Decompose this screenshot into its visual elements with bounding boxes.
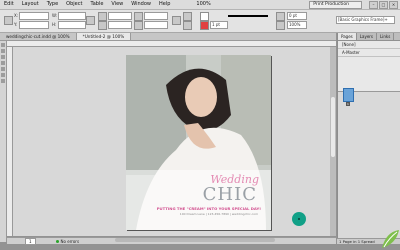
document-page[interactable]: Wedding CHIC PUTTING THE "CREAM" INTO YO… [126,55,271,230]
object-style-select[interactable]: [Basic Graphics Frame]+ [336,16,395,24]
select-content-icon[interactable] [183,21,192,30]
pen-tool-icon[interactable] [1,73,5,77]
y-field[interactable] [19,21,49,29]
menu-view[interactable]: View [107,0,127,9]
zoom-level[interactable]: 100% [192,0,214,9]
preflight-status[interactable]: No errors [55,238,85,244]
maximize-button[interactable]: □ [379,0,388,9]
document-tabs: weddingchic-cut.indd @ 100% *Untitled-2 … [0,33,336,41]
scale-y-icon[interactable] [98,21,107,30]
w-label: W: [52,13,58,18]
close-button[interactable]: × [389,0,398,9]
shear-icon[interactable] [134,21,143,30]
tab-links[interactable]: Links [377,33,395,40]
rectangle-frame-tool-icon[interactable] [1,79,5,83]
tab-untitled-2[interactable]: *Untitled-2 @ 100% [76,33,132,40]
page-tool-icon[interactable] [1,55,5,59]
x-label: X: [14,13,19,18]
workspace-switcher[interactable]: Print Production [309,0,362,9]
menu-layout[interactable]: Layout [18,0,43,9]
tools-panel [0,41,7,242]
select-container-icon[interactable] [183,12,192,21]
master-a[interactable]: A-Master [338,49,400,57]
control-panel: X: Y: W: H: 1 pt 0 pt 100% [Basic Graphi… [0,10,400,33]
leaf-watermark-icon [382,230,399,248]
masters-divider[interactable] [338,57,400,92]
page-thumbnail[interactable] [343,88,354,102]
scale-x-field[interactable] [108,12,132,20]
tagline[interactable]: PUTTING THE "CREAM" INTO YOUR SPECIAL DA… [126,206,271,211]
scale-x-icon[interactable] [98,12,107,21]
tab-pages[interactable]: Pages [338,33,357,40]
reference-point-icon[interactable] [4,16,13,25]
constrain-icon[interactable] [86,16,95,25]
stroke-color-icon[interactable] [200,21,209,30]
menu-type[interactable]: Type [43,0,62,9]
pages-panel: Pages Layers Links [None] A-Master [337,33,400,242]
vertical-scroll-thumb[interactable] [331,97,335,157]
menu-bar: Edit Layout Type Object Table View Windo… [0,0,400,10]
rotate-icon[interactable] [134,12,143,21]
flip-icon[interactable] [172,16,181,25]
opacity-field[interactable]: 100% [287,21,307,29]
h-field[interactable] [58,21,86,29]
vertical-scrollbar[interactable] [330,47,336,236]
fill-icon[interactable] [200,12,209,21]
minimize-button[interactable]: – [369,0,378,9]
shear-field[interactable] [144,21,168,29]
cursor-highlight [292,212,306,226]
fx-field[interactable]: 0 pt [287,12,307,20]
selection-tool-icon[interactable] [1,43,5,47]
menu-edit[interactable]: Edit [0,0,18,9]
tab-layers[interactable]: Layers [357,33,378,40]
preflight-text: No errors [60,238,80,244]
page-thumbnail-number: 1 [346,102,350,106]
h-label: H: [52,22,57,27]
horizontal-scrollbar[interactable] [115,238,275,242]
menu-object[interactable]: Object [62,0,86,9]
line-tool-icon[interactable] [1,67,5,71]
menu-help[interactable]: Help [155,0,174,9]
tab-weddingchic[interactable]: weddingchic-cut.indd @ 100% [0,33,77,40]
contact-line[interactable]: 100 Dream Lane | 123-456-7890 | weddingc… [126,212,271,216]
opacity-icon[interactable] [276,21,285,30]
type-tool-icon[interactable] [1,61,5,65]
menu-window[interactable]: Window [127,0,155,9]
master-none[interactable]: [None] [338,41,400,49]
stroke-type-preview[interactable] [228,15,268,17]
page-number-field[interactable]: 1 [25,237,36,245]
scale-y-field[interactable] [108,21,132,29]
menu-table[interactable]: Table [86,0,107,9]
x-field[interactable] [19,12,49,20]
effects-icon[interactable] [276,12,285,21]
stroke-weight-field[interactable]: 1 pt [210,21,228,29]
rotate-field[interactable] [144,12,168,20]
y-label: Y: [14,22,18,27]
chic-title[interactable]: CHIC [126,184,271,205]
w-field[interactable] [58,12,86,20]
direct-selection-tool-icon[interactable] [1,49,5,53]
